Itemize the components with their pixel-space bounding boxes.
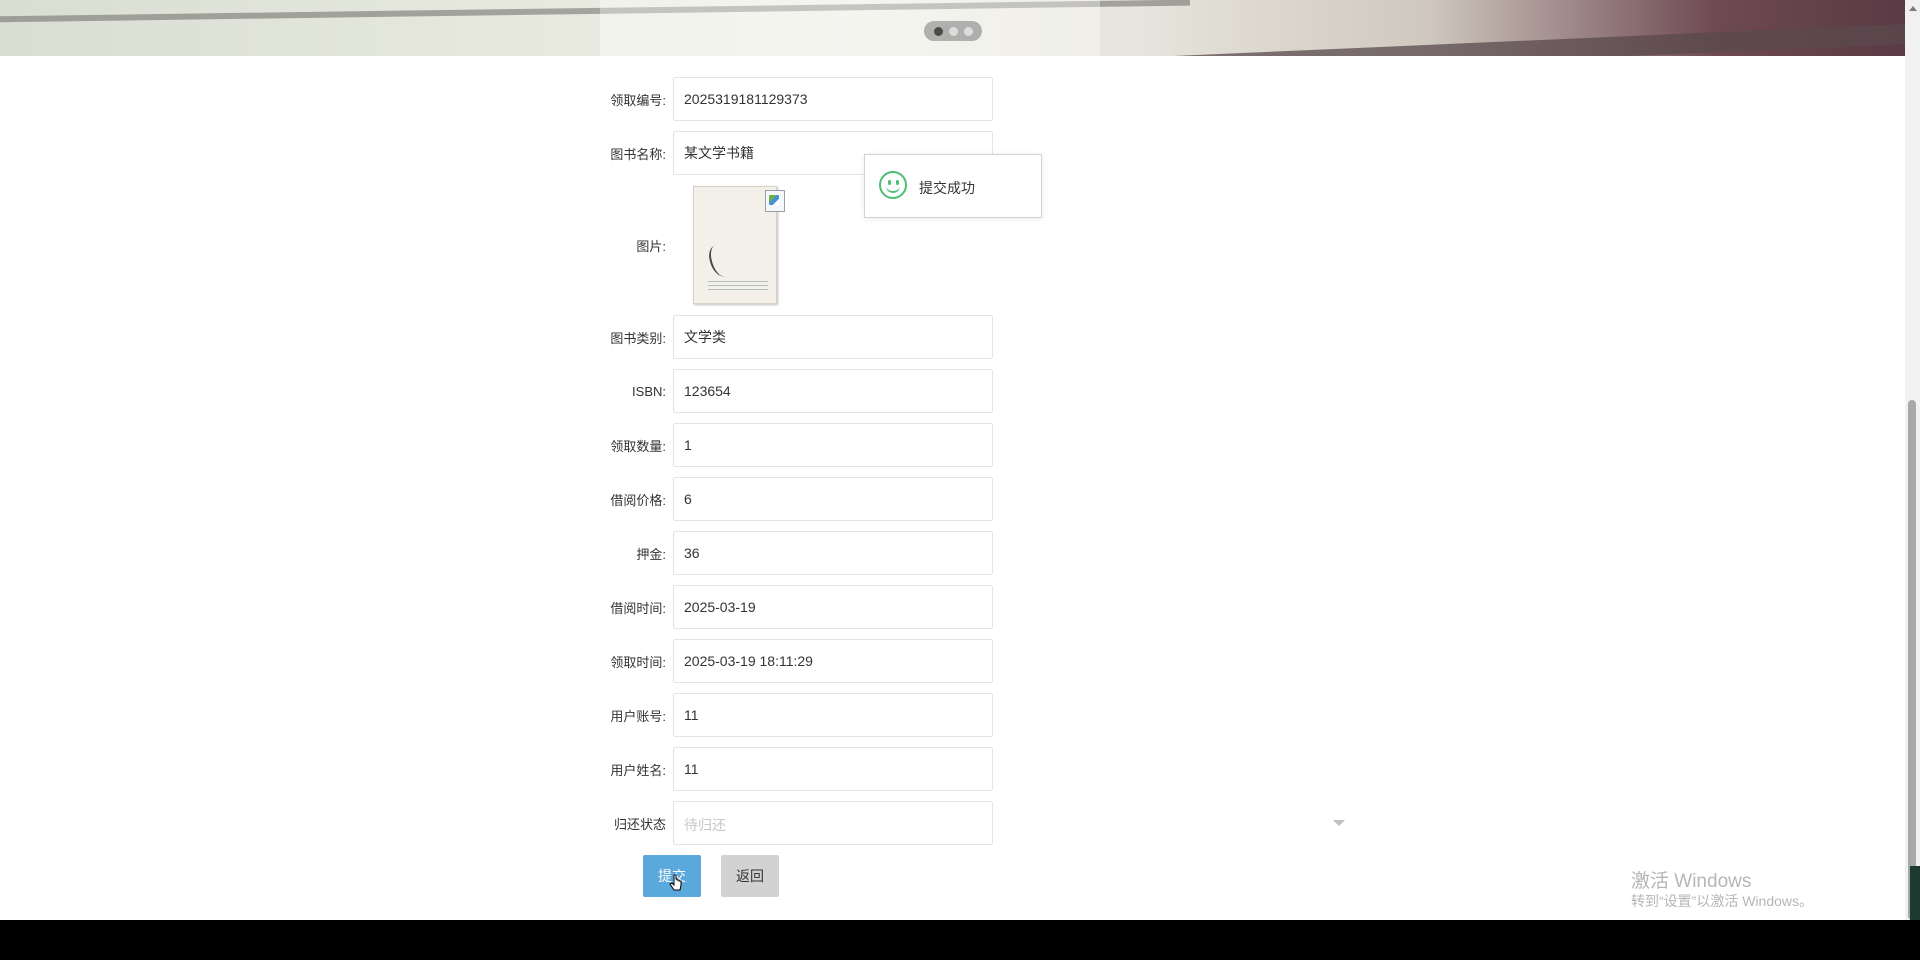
form-row-borrow-time: 借阅时间: bbox=[560, 585, 993, 629]
carousel-dot-1[interactable] bbox=[933, 26, 943, 36]
carousel-indicator bbox=[924, 21, 982, 41]
form-row-image: 图片: bbox=[560, 223, 666, 267]
category-input[interactable] bbox=[673, 315, 993, 359]
deposit-label: 押金: bbox=[636, 546, 666, 562]
receive-time-label: 领取时间: bbox=[610, 654, 666, 670]
hand-cursor-icon bbox=[669, 874, 682, 891]
return-status-placeholder: 待归还 bbox=[684, 817, 726, 833]
carousel-dot-2[interactable] bbox=[948, 26, 958, 36]
user-name-label: 用户姓名: bbox=[610, 762, 666, 778]
banner-image-detail bbox=[1159, 23, 1905, 56]
toast-message: 提交成功 bbox=[919, 180, 975, 196]
cover-text-lines bbox=[708, 281, 768, 293]
carousel-dot-3[interactable] bbox=[963, 26, 973, 36]
receive-no-input[interactable] bbox=[673, 77, 993, 121]
side-widget bbox=[1910, 866, 1920, 920]
image-label: 图片: bbox=[636, 238, 666, 254]
smile-icon bbox=[879, 171, 907, 199]
form-row-return-status: 归还状态 待归还 bbox=[560, 801, 993, 845]
broken-image-icon bbox=[765, 190, 785, 212]
form-row-category: 图书类别: bbox=[560, 315, 993, 359]
borrow-time-input[interactable] bbox=[673, 585, 993, 629]
carousel-banner bbox=[0, 0, 1905, 56]
receive-time-input[interactable] bbox=[673, 639, 993, 683]
form-row-book-name: 图书名称: bbox=[560, 131, 993, 175]
deposit-input[interactable] bbox=[673, 531, 993, 575]
form-row-receive-time: 领取时间: bbox=[560, 639, 993, 683]
user-name-input[interactable] bbox=[673, 747, 993, 791]
back-button[interactable]: 返回 bbox=[721, 855, 779, 897]
borrow-time-label: 借阅时间: bbox=[610, 600, 666, 616]
quantity-input[interactable] bbox=[673, 423, 993, 467]
form-row-quantity: 领取数量: bbox=[560, 423, 993, 467]
cover-illustration bbox=[706, 243, 734, 279]
price-input[interactable] bbox=[673, 477, 993, 521]
isbn-input[interactable] bbox=[673, 369, 993, 413]
scrollbar-thumb[interactable] bbox=[1908, 400, 1916, 920]
book-image-preview[interactable] bbox=[687, 180, 787, 310]
receive-no-label: 领取编号: bbox=[610, 92, 666, 108]
activation-watermark-hint: 转到“设置”以激活 Windows。 bbox=[1631, 893, 1814, 909]
page-scrollbar[interactable] bbox=[1905, 0, 1920, 920]
quantity-label: 领取数量: bbox=[610, 438, 666, 454]
activation-watermark-title: 激活 Windows bbox=[1631, 871, 1752, 892]
chevron-down-icon[interactable] bbox=[1333, 820, 1345, 826]
form-row-price: 借阅价格: bbox=[560, 477, 993, 521]
scroll-up-icon[interactable] bbox=[1909, 6, 1917, 11]
return-status-select[interactable]: 待归还 bbox=[673, 801, 993, 845]
form-row-user-name: 用户姓名: bbox=[560, 747, 993, 791]
user-account-input[interactable] bbox=[673, 693, 993, 737]
taskbar bbox=[0, 920, 1920, 960]
isbn-label: ISBN: bbox=[632, 383, 666, 399]
form-row-user-account: 用户账号: bbox=[560, 693, 993, 737]
form-row-deposit: 押金: bbox=[560, 531, 993, 575]
category-label: 图书类别: bbox=[610, 330, 666, 346]
price-label: 借阅价格: bbox=[610, 492, 666, 508]
banner-image-highlight bbox=[600, 0, 1100, 56]
return-status-label: 归还状态 bbox=[613, 816, 666, 832]
form-row-receive-no: 领取编号: bbox=[560, 77, 993, 121]
book-name-label: 图书名称: bbox=[610, 146, 666, 162]
form-row-isbn: ISBN: bbox=[560, 369, 993, 413]
user-account-label: 用户账号: bbox=[610, 708, 666, 724]
success-toast: 提交成功 bbox=[864, 154, 1042, 218]
